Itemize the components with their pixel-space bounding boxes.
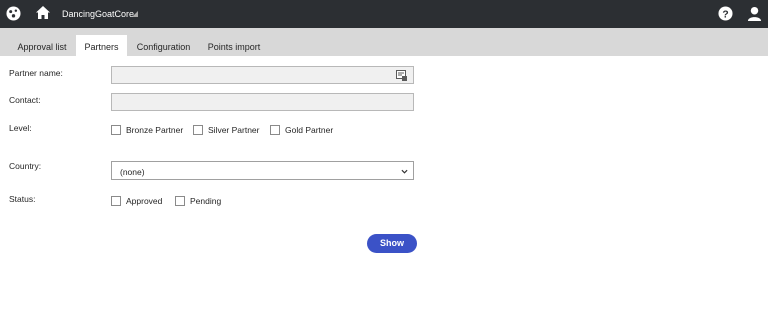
select-picker-icon[interactable]: [396, 70, 407, 81]
contact-label: Contact:: [9, 95, 41, 105]
user-icon[interactable]: [747, 6, 762, 21]
home-icon[interactable]: [35, 5, 51, 20]
checkbox-label: Silver Partner: [208, 125, 260, 135]
checkbox-box[interactable]: [111, 125, 121, 135]
checkbox-label: Pending: [190, 196, 222, 206]
checkbox-label: Bronze Partner: [126, 125, 184, 135]
checkbox-label: Gold Partner: [285, 125, 334, 135]
country-label: Country:: [9, 161, 42, 171]
country-select-value: (none): [120, 167, 145, 177]
level-label: Level:: [9, 123, 32, 133]
tab-configuration[interactable]: Configuration: [127, 35, 200, 56]
country-select[interactable]: (none): [111, 161, 414, 180]
partner-name-label: Partner name:: [9, 68, 63, 78]
site-selector[interactable]: DancingGoatCore: [62, 9, 134, 19]
tab-partners[interactable]: Partners: [76, 35, 127, 56]
tab-approval-list[interactable]: Approval list: [8, 35, 76, 56]
checkbox-box[interactable]: [193, 125, 203, 135]
show-button[interactable]: Show: [367, 234, 417, 253]
tab-bar: Approval list Partners Configuration Poi…: [0, 28, 768, 56]
tab-points-import[interactable]: Points import: [200, 35, 268, 56]
level-bronze-checkbox[interactable]: Bronze Partner: [111, 125, 183, 135]
chevron-down-icon: [401, 169, 408, 174]
status-label: Status:: [9, 194, 36, 204]
svg-text:?: ?: [722, 9, 728, 20]
level-silver-checkbox[interactable]: Silver Partner: [193, 125, 260, 135]
checkbox-label: Approved: [126, 196, 163, 206]
help-icon[interactable]: ?: [718, 6, 733, 21]
kentico-logo-icon[interactable]: [6, 6, 21, 21]
caret-icon[interactable]: [132, 11, 138, 17]
contact-field[interactable]: [111, 93, 414, 111]
level-gold-checkbox[interactable]: Gold Partner: [270, 125, 333, 135]
partner-name-field[interactable]: [111, 66, 414, 84]
checkbox-box[interactable]: [111, 196, 121, 206]
status-approved-checkbox[interactable]: Approved: [111, 196, 162, 206]
checkbox-box[interactable]: [270, 125, 280, 135]
top-bar: DancingGoatCore ?: [0, 0, 768, 28]
status-pending-checkbox[interactable]: Pending: [175, 196, 221, 206]
checkbox-box[interactable]: [175, 196, 185, 206]
